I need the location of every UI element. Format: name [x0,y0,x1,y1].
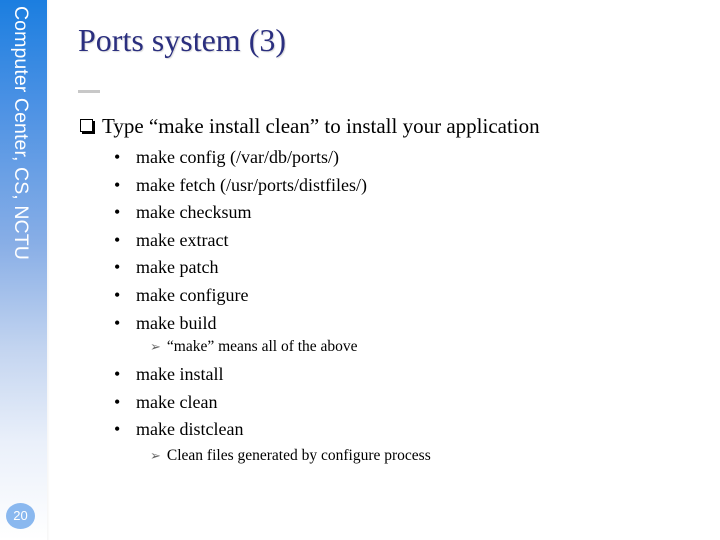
bullet-icon: • [114,391,121,412]
list-item: • make extract [114,227,367,255]
main-point: Type “make install clean” to install you… [80,114,540,139]
bullet-icon: • [114,174,121,195]
main-point-text: Type “make install clean” to install you… [102,114,540,138]
checkbox-bullet-icon [80,119,93,132]
list-item: • make install [114,361,243,389]
bullet-icon: • [114,147,121,167]
page-number-badge: 20 [6,503,35,529]
bullet-icon: • [114,419,121,440]
step-list-a: • make config (/var/db/ports/) • make fetc… [114,144,367,337]
sidebar-shadow [47,0,50,540]
list-item: • make config (/var/db/ports/) [114,144,367,172]
list-item: • make fetch (/usr/ports/distfiles/) [114,172,367,200]
list-item: • make patch [114,254,367,282]
bullet-icon: • [114,202,121,223]
arrow-bullet-icon: ➢ [150,339,161,354]
note-clean-files: ➢ Clean files generated by configure proc… [150,447,431,464]
org-title: Computer Center, CS, NCTU [10,6,32,260]
title-divider [78,90,100,93]
bullet-icon: • [114,229,121,250]
bullet-icon: • [114,284,121,305]
bullet-icon: • [114,257,121,278]
step-list-b: • make install • make clean • make distclea… [114,361,243,444]
list-item: • make clean [114,389,243,417]
note-make-all: ➢ “make” means all of the above [150,338,358,355]
sidebar-band: Computer Center, CS, NCTU 20 [0,0,47,540]
arrow-bullet-icon: ➢ [150,448,161,463]
list-item: • make distclean [114,416,243,444]
slide-title: Ports system (3) [78,22,286,58]
list-item: • make build [114,310,367,338]
bullet-icon: • [114,312,121,333]
list-item: • make configure [114,282,367,310]
list-item: • make checksum [114,199,367,227]
bullet-icon: • [114,364,121,384]
